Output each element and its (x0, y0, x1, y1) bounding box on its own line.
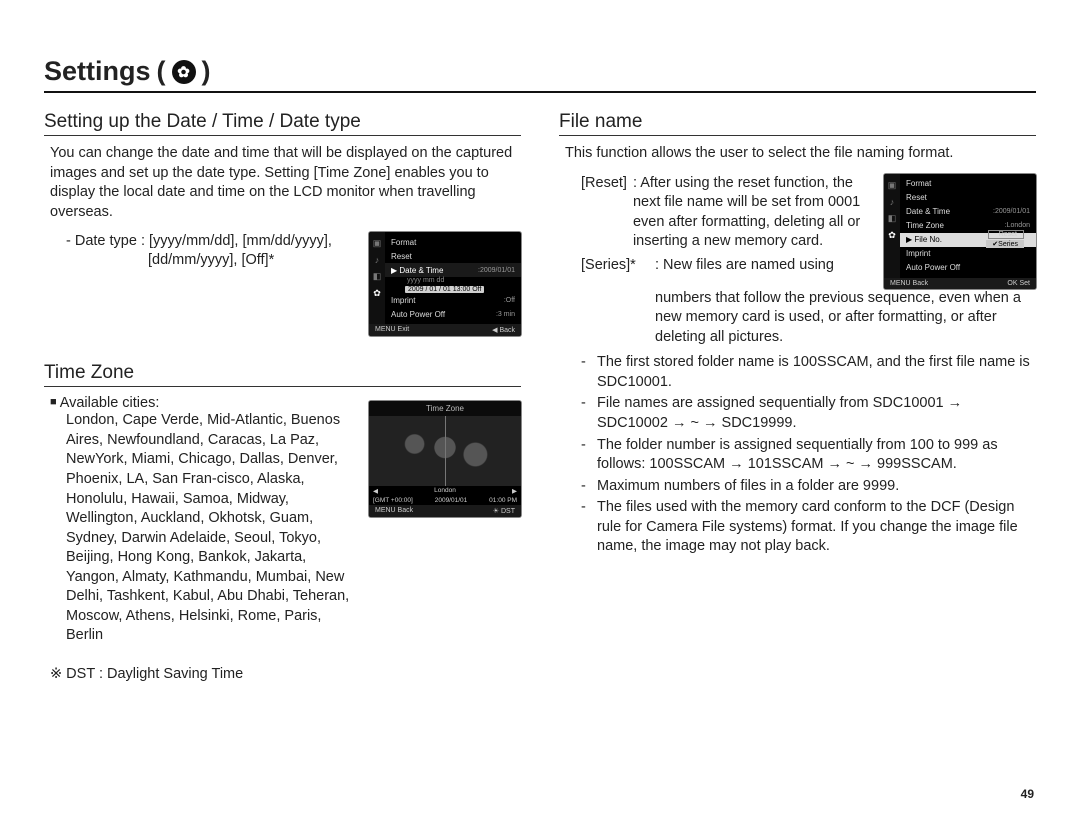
tab-icon: ♪ (375, 255, 380, 265)
section-heading-timezone: Time Zone (44, 362, 521, 387)
tab-icon-active: ✿ (373, 288, 381, 299)
world-map-icon (369, 416, 521, 486)
datetype-line-2: [dd/mm/yyyy], [Off]* (148, 252, 355, 268)
datetime-intro: You can change the date and time that wi… (50, 144, 515, 222)
dst-note: ※ DST : Daylight Saving Time (50, 666, 521, 682)
tab-icon: ▣ (373, 238, 382, 249)
tab-icon: ♪ (890, 197, 895, 207)
lcd-preview-timezone: Time Zone ◀ London ▶ [GMT +00:00] 2009/0… (369, 401, 521, 517)
right-column: File name This function allows the user … (559, 105, 1036, 682)
filename-intro: This function allows the user to select … (565, 144, 1030, 164)
section-heading-datetime: Setting up the Date / Time / Date type (44, 111, 521, 136)
def-series-label: [Series]* (581, 256, 649, 276)
tab-icon: ▣ (888, 180, 897, 191)
tab-icon: ◧ (373, 271, 382, 282)
page-number: 49 (1021, 787, 1034, 801)
tab-icon: ◧ (888, 213, 897, 224)
def-reset-label: [Reset] (581, 174, 627, 252)
gear-icon: ✿ (172, 60, 196, 84)
lcd-preview-datetime: ▣ ♪ ◧ ✿ Format Reset ▶ Date & Time:2009/… (369, 232, 521, 336)
available-cities-label: Available cities: (50, 395, 355, 411)
title-open-paren: ( (157, 56, 166, 87)
tab-icon-active: ✿ (888, 230, 896, 241)
left-column: Setting up the Date / Time / Date type Y… (44, 105, 521, 682)
datetype-line-1: - Date type : [yyyy/mm/dd], [mm/dd/yyyy]… (66, 232, 355, 252)
manual-page: Settings ( ✿ ) Setting up the Date / Tim… (0, 0, 1080, 815)
title-text: Settings (44, 56, 151, 87)
title-close-paren: ) (202, 56, 211, 87)
def-series-text-b: numbers that follow the previous sequenc… (655, 289, 1036, 348)
def-reset-text: : After using the reset function, the ne… (633, 174, 870, 252)
filename-bullets: -The first stored folder name is 100SSCA… (581, 353, 1036, 557)
section-heading-filename: File name (559, 111, 1036, 136)
page-title: Settings ( ✿ ) (44, 56, 1036, 93)
def-series-text-a: : New files are named using (655, 256, 834, 276)
available-cities-list: London, Cape Verde, Mid-Atlantic, Buenos… (66, 411, 355, 646)
lcd-preview-filename: ▣ ♪ ◧ ✿ Format Reset Date & Time:2009/01… (884, 174, 1036, 289)
